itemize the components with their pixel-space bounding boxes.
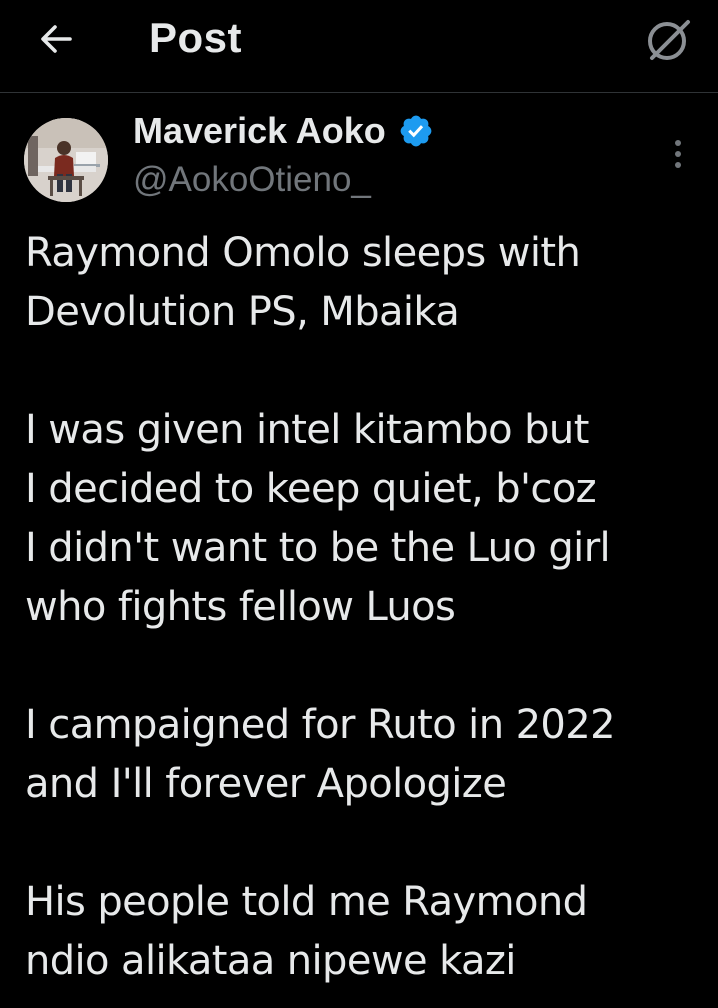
user-handle[interactable]: @AokoOtieno_ [133, 160, 371, 200]
back-button[interactable] [34, 16, 80, 62]
name-row: Maverick Aoko [133, 110, 434, 152]
post-text: Raymond Omolo sleeps with Devolution PS,… [25, 224, 705, 991]
verified-badge-icon[interactable] [398, 113, 434, 149]
post-text-line: ndio alikataa nipewe kazi [25, 938, 516, 984]
grok-button[interactable] [642, 14, 694, 66]
more-vertical-icon [675, 140, 681, 168]
post-text-line: I didn't want to be the Luo girl [25, 525, 611, 571]
post-author: Maverick Aoko @AokoOtieno_ [0, 94, 718, 214]
top-app-bar: Post [0, 0, 718, 93]
grok-icon [648, 20, 690, 60]
page-title: Post [149, 14, 243, 61]
profile-photo [24, 118, 108, 202]
post-text-line: Raymond Omolo sleeps with [25, 230, 581, 276]
post-text-line: and I'll forever Apologize [25, 761, 507, 807]
post-text-line: Devolution PS, Mbaika [25, 289, 460, 335]
post-text-line: I decided to keep quiet, b'coz [25, 466, 597, 512]
post-text-line: who fights fellow Luos [25, 584, 456, 630]
post-text-line: I was given intel kitambo but [25, 407, 589, 453]
display-name[interactable]: Maverick Aoko [133, 110, 386, 152]
arrow-left-icon [41, 25, 72, 53]
post-text-line: His people told me Raymond [25, 879, 588, 925]
more-options-button[interactable] [660, 134, 696, 174]
post-text-line: I campaigned for Ruto in 2022 [25, 702, 616, 748]
avatar[interactable] [24, 118, 108, 202]
